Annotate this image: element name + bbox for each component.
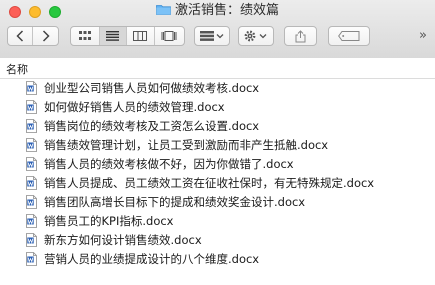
file-row[interactable]: 销售员工的KPI指标.docx bbox=[0, 212, 435, 231]
file-row[interactable]: 如何做好销售人员的绩效管理.docx bbox=[0, 98, 435, 117]
list-view-button[interactable] bbox=[99, 27, 128, 45]
chevron-left-icon bbox=[16, 30, 24, 42]
icon-view-button[interactable] bbox=[71, 27, 100, 45]
gear-icon bbox=[244, 30, 267, 42]
file-name: 销售团队高增长目标下的提成和绩效奖金设计.docx bbox=[44, 195, 306, 209]
file-name: 销售人员的绩效考核做不好，因为你做错了.docx bbox=[44, 157, 294, 171]
file-name: 销售岗位的绩效考核及工资怎么设置.docx bbox=[44, 119, 260, 133]
icon-view-icon bbox=[78, 31, 91, 40]
word-document-icon bbox=[26, 233, 37, 247]
group-icon bbox=[200, 31, 224, 41]
list-column-header[interactable]: 名称 bbox=[0, 58, 435, 79]
word-document-icon bbox=[26, 176, 37, 190]
file-list: 创业型公司销售人员如何做绩效考核.docx 如何做好销售人员的绩效管理.docx 销… bbox=[0, 79, 435, 269]
share-icon bbox=[295, 29, 306, 42]
word-document-icon bbox=[26, 138, 37, 152]
word-document-icon bbox=[26, 81, 37, 95]
list-view-icon bbox=[106, 31, 120, 41]
word-document-icon bbox=[26, 100, 37, 114]
file-row[interactable]: 营销人员的业绩提成设计的八个维度.docx bbox=[0, 250, 435, 269]
action-menu-button[interactable] bbox=[238, 26, 274, 46]
file-name: 销售人员提成、员工绩效工资在征收社保时，有无特殊规定.docx bbox=[44, 176, 375, 190]
toolbar: 激活销售：绩效篇 » bbox=[0, 0, 435, 59]
file-name: 如何做好销售人员的绩效管理.docx bbox=[44, 100, 225, 114]
column-view-icon bbox=[133, 31, 148, 41]
chevron-right-icon bbox=[42, 30, 50, 42]
file-row[interactable]: 销售团队高增长目标下的提成和绩效奖金设计.docx bbox=[0, 193, 435, 212]
finder-window: 激活销售：绩效篇 » 名称 创业型公司销售人员如何做绩效考核.docx 如何做好… bbox=[0, 0, 435, 285]
share-button[interactable] bbox=[284, 26, 317, 46]
gallery-view-button[interactable] bbox=[155, 27, 184, 45]
gallery-view-icon bbox=[161, 31, 177, 41]
word-document-icon bbox=[26, 119, 37, 133]
file-name: 创业型公司销售人员如何做绩效考核.docx bbox=[44, 81, 260, 95]
view-mode-segment bbox=[70, 26, 185, 46]
file-name: 营销人员的业绩提成设计的八个维度.docx bbox=[44, 252, 260, 266]
group-by-button[interactable] bbox=[194, 26, 230, 46]
window-title: 激活销售：绩效篇 bbox=[0, 3, 435, 19]
word-document-icon bbox=[26, 195, 37, 209]
word-document-icon bbox=[26, 252, 37, 266]
file-row[interactable]: 销售绩效管理计划，让员工受到激励而非产生抵触.docx bbox=[0, 136, 435, 155]
column-view-button[interactable] bbox=[127, 27, 155, 45]
file-row[interactable]: 新东方如何设计销售绩效.docx bbox=[0, 231, 435, 250]
word-document-icon bbox=[26, 214, 37, 228]
folder-icon bbox=[156, 5, 171, 15]
forward-button[interactable] bbox=[33, 27, 58, 45]
toolbar-overflow-button[interactable]: » bbox=[419, 28, 427, 43]
navigation-segment bbox=[7, 26, 59, 46]
file-row[interactable]: 销售岗位的绩效考核及工资怎么设置.docx bbox=[0, 117, 435, 136]
word-document-icon bbox=[26, 157, 37, 171]
tag-icon bbox=[338, 31, 360, 41]
file-name: 新东方如何设计销售绩效.docx bbox=[44, 233, 202, 247]
tags-button[interactable] bbox=[328, 26, 370, 46]
file-name: 销售绩效管理计划，让员工受到激励而非产生抵触.docx bbox=[44, 138, 329, 152]
file-row[interactable]: 创业型公司销售人员如何做绩效考核.docx bbox=[0, 79, 435, 98]
file-name: 销售员工的KPI指标.docx bbox=[44, 214, 174, 228]
name-column-header[interactable]: 名称 bbox=[6, 61, 28, 77]
back-button[interactable] bbox=[8, 27, 34, 45]
window-title-text: 激活销售：绩效篇 bbox=[174, 3, 279, 18]
file-row[interactable]: 销售人员提成、员工绩效工资在征收社保时，有无特殊规定.docx bbox=[0, 174, 435, 193]
file-row[interactable]: 销售人员的绩效考核做不好，因为你做错了.docx bbox=[0, 155, 435, 174]
